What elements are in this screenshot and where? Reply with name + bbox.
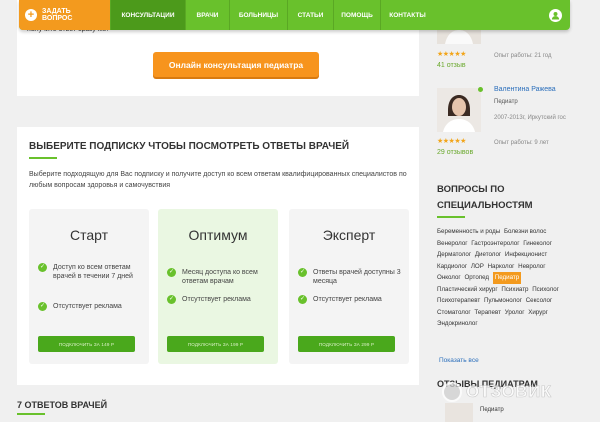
nav-doctors[interactable]: ВРАЧИ [185,0,229,30]
subscribe-start-button[interactable]: ПОДКЛЮЧИТЬ ЗА 149 Р [38,336,135,352]
check-icon: ✓ [167,295,176,304]
plan-feature-text: Ответы врачей доступны 3 месяца [313,269,401,285]
check-icon: ✓ [38,263,47,272]
otzovik-logo-icon [442,382,462,402]
plan-start: Старт ✓ Доступ ко всем ответам врачей в … [29,209,149,364]
rating-stars: ★★★★★ [437,138,466,145]
check-icon: ✓ [38,302,47,311]
plan-feature: ✓ Ответы врачей доступны 3 месяца [298,268,404,286]
watermark-text: ОТЗОВИК [466,382,552,402]
specialty-tags: Беременность и роды Болезни волос Венеро… [437,226,567,330]
user-icon [548,8,562,22]
specialty-tag[interactable]: Инфекционист [505,249,547,261]
nav-articles[interactable]: СТАТЬИ [287,0,333,30]
plan-feature-text: Отсутствует реклама [53,303,122,310]
specialty-tag[interactable]: Дерматолог [437,249,471,261]
ask-question-label: ЗАДАТЬ ВОПРОС [42,8,73,22]
specialty-tag[interactable]: Гинеколог [523,238,552,250]
specialty-tag[interactable]: Психотерапевт [437,295,480,307]
doctor-reviews-link[interactable]: 29 отзывов [437,149,473,156]
doctor-experience: Опыт работы: 21 год [494,53,552,59]
online-consultation-button[interactable]: Онлайн консультация педиатра [153,52,319,77]
specialty-tag[interactable]: Венеролог [437,238,468,250]
ask-question-button[interactable]: + ЗАДАТЬ ВОПРОС [19,0,110,30]
plan-feature: ✓ Отсутствует реклама [298,295,404,304]
doctor-specialty: Педиатр [494,99,518,105]
plan-name: Старт [69,227,109,243]
check-icon: ✓ [298,295,307,304]
nav-contacts[interactable]: КОНТАКТЫ [380,0,434,30]
plan-feature: ✓ Отсутствует реклама [38,302,144,311]
subscribe-expert-button[interactable]: ПОДКЛЮЧИТЬ ЗА 299 Р [298,336,395,352]
plan-feature-text: Отсутствует реклама [182,296,251,303]
doctor-education: 2007-2013г, Иркутский гос [494,115,566,121]
doctor-avatar[interactable] [437,88,481,132]
specialty-tag[interactable]: Терапевт [474,307,501,319]
specialty-tag[interactable]: Хирург [528,307,548,319]
answers-title: 7 ОТВЕТОВ ВРАЧЕЙ [17,400,108,410]
plan-name: Эксперт [322,227,376,243]
check-icon: ✓ [298,268,307,277]
specialty-tag[interactable]: Пластический хирург [437,284,498,296]
specialty-tag[interactable]: ЛОР [471,261,484,273]
otzovik-watermark: ОТЗОВИК [442,382,552,402]
nav-hospitals[interactable]: БОЛЬНИЦЫ [229,0,287,30]
plan-feature-text: Доступ ко всем ответам врачей в течении … [53,264,133,280]
subscription-title: ВЫБЕРИТЕ ПОДПИСКУ ЧТОБЫ ПОСМОТРЕТЬ ОТВЕТ… [29,141,350,152]
top-navigation: + ЗАДАТЬ ВОПРОС КОНСУЛЬТАЦИИ ВРАЧИ БОЛЬН… [19,0,570,30]
subscription-description: Выберите подходящую для Вас подписку и п… [29,171,407,189]
plan-feature-text: Месяц доступа ко всем ответам врачам [182,269,258,285]
rating-stars: ★★★★★ [437,51,466,58]
specialty-tag[interactable]: Стоматолог [437,307,471,319]
specialty-tag[interactable]: Нарколог [488,261,515,273]
plan-feature: ✓ Отсутствует реклама [167,295,273,304]
specialties-title: ВОПРОСЫ ПО СПЕЦИАЛЬНОСТЯМ [437,184,533,211]
title-underline [17,413,45,415]
plan-feature: ✓ Доступ ко всем ответам врачей в течени… [38,263,144,281]
specialty-tag[interactable]: Диетолог [475,249,501,261]
specialty-tag[interactable]: Уролог [505,307,525,319]
plan-feature-text: Отсутствует реклама [313,296,382,303]
pediatrician-avatar[interactable] [445,403,473,422]
plan-optimum: Оптимум ✓ Месяц доступа ко всем ответам … [158,209,278,364]
title-underline [437,216,465,218]
specialty-tag[interactable]: Беременность и роды [437,226,500,238]
specialty-tag[interactable]: Болезни волос [504,226,546,238]
pediatrician-specialty: Педиатр [480,407,504,413]
doctor-experience: Опыт работы: 9 лет [494,140,549,146]
doctor-name-link[interactable]: Валентина Ражева [494,86,556,93]
specialty-tag[interactable]: Гастроэнтеролог [471,238,519,250]
nav-consultations[interactable]: КОНСУЛЬТАЦИИ [110,0,185,30]
specialty-tag[interactable]: Психиатр [501,284,528,296]
plan-name: Оптимум [188,227,248,243]
specialty-tag[interactable]: Ортопед [464,272,489,284]
online-status-dot [478,87,483,92]
doctor-reviews-link[interactable]: 41 отзыв [437,62,466,69]
specialty-tag[interactable]: Психолог [532,284,559,296]
subscription-card: ВЫБЕРИТЕ ПОДПИСКУ ЧТОБЫ ПОСМОТРЕТЬ ОТВЕТ… [17,127,419,385]
specialty-tag[interactable]: Эндокринолог [437,318,478,330]
title-underline [29,157,57,159]
subscribe-optimum-button[interactable]: ПОДКЛЮЧИТЬ ЗА 199 Р [167,336,264,352]
check-icon: ✓ [167,268,176,277]
specialty-tag[interactable]: Сексолог [526,295,553,307]
plus-icon: + [25,9,37,21]
specialty-tag[interactable]: Пульмонолог [484,295,522,307]
user-menu-button[interactable] [540,0,570,30]
plan-expert: Эксперт ✓ Ответы врачей доступны 3 месяц… [289,209,409,364]
specialty-tag[interactable]: Онколог [437,272,461,284]
specialty-tag[interactable]: Невролог [518,261,545,273]
specialty-tag[interactable]: Кардиолог [437,261,467,273]
nav-help[interactable]: ПОМОЩЬ [333,0,380,30]
show-all-link[interactable]: Показать все [439,357,479,364]
plan-feature: ✓ Месяц доступа ко всем ответам врачам [167,268,273,286]
specialty-tag-selected[interactable]: Педиатр [492,272,522,284]
